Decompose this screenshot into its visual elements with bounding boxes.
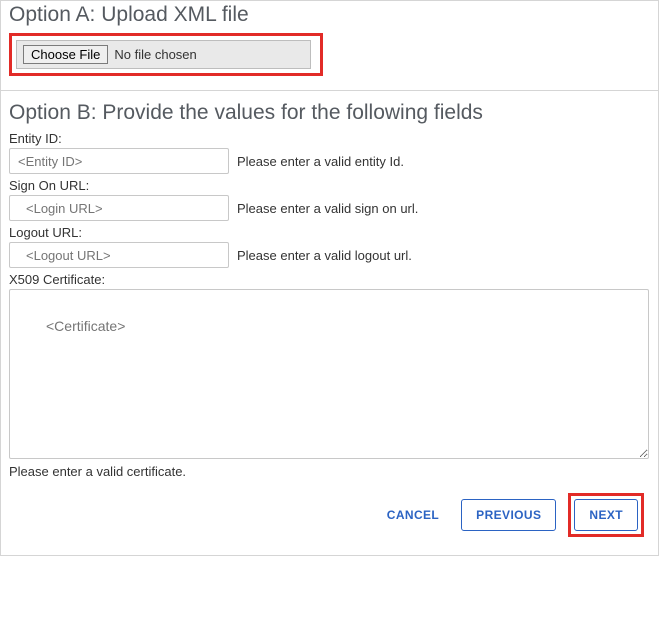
config-form: Option A: Upload XML file Choose File No…: [0, 0, 659, 556]
certificate-hint: Please enter a valid certificate.: [9, 464, 650, 479]
option-a-section: Option A: Upload XML file Choose File No…: [1, 1, 658, 91]
entity-id-hint: Please enter a valid entity Id.: [237, 154, 404, 169]
entity-id-label: Entity ID:: [9, 131, 650, 146]
logout-url-hint: Please enter a valid logout url.: [237, 248, 412, 263]
file-chosen-status: No file chosen: [114, 47, 196, 62]
sign-on-url-label: Sign On URL:: [9, 178, 650, 193]
option-b-section: Option B: Provide the values for the fol…: [1, 91, 658, 555]
sign-on-url-hint: Please enter a valid sign on url.: [237, 201, 418, 216]
button-row: CANCEL PREVIOUS NEXT: [9, 479, 650, 547]
logout-url-input[interactable]: [9, 242, 229, 268]
entity-id-input[interactable]: [9, 148, 229, 174]
option-b-heading: Option B: Provide the values for the fol…: [9, 101, 650, 125]
file-input-row[interactable]: Choose File No file chosen: [16, 40, 311, 69]
certificate-textarea[interactable]: [9, 289, 649, 459]
sign-on-url-input[interactable]: [9, 195, 229, 221]
next-highlight: NEXT: [568, 493, 644, 537]
option-a-heading: Option A: Upload XML file: [9, 3, 650, 27]
certificate-label: X509 Certificate:: [9, 272, 650, 287]
previous-button[interactable]: PREVIOUS: [461, 499, 556, 531]
next-button[interactable]: NEXT: [574, 499, 638, 531]
choose-file-button[interactable]: Choose File: [23, 45, 108, 64]
logout-url-label: Logout URL:: [9, 225, 650, 240]
cancel-button[interactable]: CANCEL: [377, 500, 449, 530]
upload-highlight: Choose File No file chosen: [9, 33, 323, 76]
